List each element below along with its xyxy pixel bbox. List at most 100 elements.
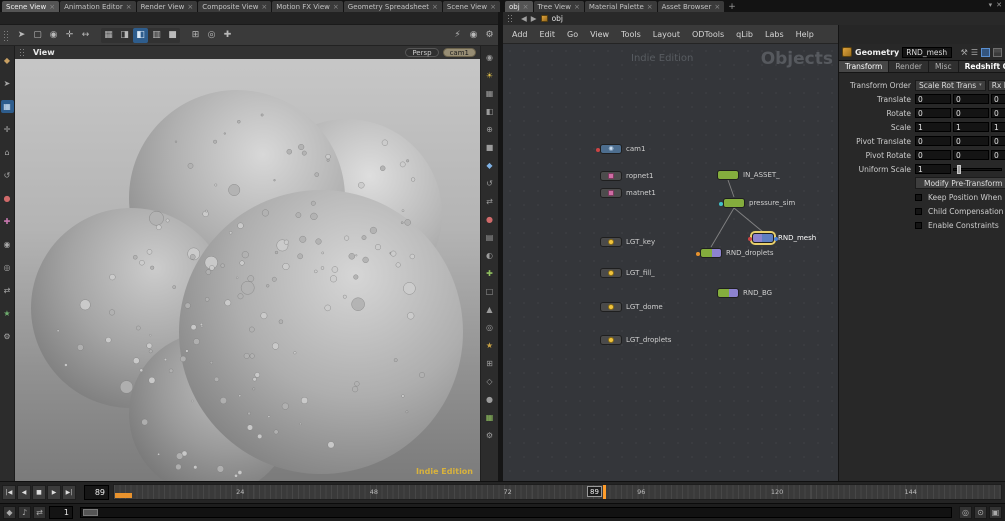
lighting-icon[interactable]: ☀ xyxy=(483,69,496,82)
select-arrow-icon[interactable]: ➤ xyxy=(14,28,29,43)
checkbox-keep-position-when-parenting[interactable] xyxy=(915,193,922,201)
close-tab-icon[interactable]: × xyxy=(647,3,653,11)
points-display-icon[interactable]: ● xyxy=(483,213,496,226)
paint-tool-icon[interactable]: ✚ xyxy=(1,215,14,228)
checkbox-enable-constraints[interactable] xyxy=(915,221,922,229)
menu-layout[interactable]: Layout xyxy=(647,30,686,39)
home-view-icon[interactable]: ↺ xyxy=(483,177,496,190)
menu-qlib[interactable]: qLib xyxy=(730,30,759,39)
tool-settings-icon[interactable]: ⚙ xyxy=(1,330,14,343)
tab-composite-view[interactable]: Composite View × xyxy=(198,1,272,12)
select-points-icon[interactable]: ▦ xyxy=(101,28,116,43)
tab-render-view[interactable]: Render View × xyxy=(136,1,198,12)
grid2-icon[interactable]: ▦ xyxy=(483,411,496,424)
nav-back-icon[interactable]: ◀ xyxy=(521,14,527,23)
path-drag-handle-icon[interactable] xyxy=(507,14,514,23)
param-select-scale-rot-trans[interactable]: Scale Rot Trans ▾ xyxy=(915,79,986,91)
node-flag-icon[interactable] xyxy=(719,201,723,206)
wire-display-icon[interactable]: □ xyxy=(483,285,496,298)
lasso-select-icon[interactable]: ◉ xyxy=(46,28,61,43)
layout-grid-active-icon[interactable] xyxy=(981,47,990,57)
close-tab-icon[interactable]: × xyxy=(574,3,580,11)
menu-help[interactable]: Help xyxy=(790,30,820,39)
snap-point-icon[interactable]: ◎ xyxy=(204,28,219,43)
keyframe-options-icon[interactable]: ◆ xyxy=(3,506,16,519)
close-tab-icon[interactable]: × xyxy=(490,3,496,11)
param-input[interactable]: 0 xyxy=(915,108,951,118)
select-parts-icon[interactable]: ▥ xyxy=(149,28,164,43)
stop-button[interactable]: ■ xyxy=(32,485,46,500)
param-input[interactable]: 0 xyxy=(991,150,1005,160)
snapping-menu-icon[interactable]: ◉ xyxy=(483,51,496,64)
node-rnd-droplets[interactable]: RND_droplets xyxy=(696,247,774,258)
pan-tool-icon[interactable]: ↔ xyxy=(78,28,93,43)
param-input[interactable]: 1 xyxy=(953,122,989,132)
shade-mode-icon[interactable]: ◧ xyxy=(483,105,496,118)
param-input[interactable]: 0 xyxy=(915,150,951,160)
node-matnet1[interactable]: matnet1 xyxy=(600,187,656,198)
viewport-gear-icon[interactable]: ⚙ xyxy=(483,429,496,442)
param-input[interactable]: 1 xyxy=(915,122,951,132)
measure-tool-icon[interactable]: ⇄ xyxy=(1,284,14,297)
node-ropnet1[interactable]: ropnet1 xyxy=(600,170,653,181)
scene-viewport[interactable]: View Persp cam1 Indie Edition xyxy=(15,46,480,481)
menu-view[interactable]: View xyxy=(584,30,615,39)
select-objects-icon[interactable]: ■ xyxy=(165,28,180,43)
camera-options-icon[interactable]: ⚙ xyxy=(482,28,497,43)
node-flag-icon[interactable] xyxy=(596,147,600,152)
box-select-icon[interactable]: ▢ xyxy=(30,28,45,43)
close-icon[interactable]: ✕ xyxy=(996,1,1002,9)
current-frame-field[interactable]: 89 xyxy=(84,485,109,500)
pose-tool-icon[interactable]: ● xyxy=(1,192,14,205)
node-name-field[interactable]: RND_mesh xyxy=(902,46,953,58)
param-input[interactable]: 0 xyxy=(953,150,989,160)
select-edges-icon[interactable]: ◨ xyxy=(117,28,132,43)
menu-go[interactable]: Go xyxy=(561,30,584,39)
param-tab-redshift-obj[interactable]: Redshift OBJ xyxy=(958,61,1005,72)
close-tab-icon[interactable]: × xyxy=(126,3,132,11)
viewport-handle-icon[interactable] xyxy=(19,48,26,57)
outline-icon[interactable]: ◇ xyxy=(483,375,496,388)
jump-start-button[interactable]: |◀ xyxy=(2,485,16,500)
snap-grid-icon[interactable]: ⊞ xyxy=(188,28,203,43)
favorites-icon[interactable]: ★ xyxy=(483,339,496,352)
param-input[interactable]: 0 xyxy=(953,136,989,146)
tab-geometry-spreadsheet[interactable]: Geometry Spreadsheet × xyxy=(343,1,442,12)
target-icon[interactable]: ◎ xyxy=(483,321,496,334)
close-tab-icon[interactable]: × xyxy=(333,3,339,11)
camera-selector[interactable]: cam1 xyxy=(442,48,476,57)
layout-grid-icon[interactable] xyxy=(993,47,1002,57)
global-animation-icon[interactable]: ◎ xyxy=(959,506,972,519)
select-tool-icon[interactable]: ➤ xyxy=(1,77,14,90)
param-input[interactable]: 0 xyxy=(915,136,951,146)
list-view-icon[interactable]: ☰ xyxy=(971,48,978,57)
audio-toggle-icon[interactable]: ♪ xyxy=(18,506,31,519)
frame-range-slider[interactable] xyxy=(80,507,952,518)
tab-material-palette[interactable]: Material Palette × xyxy=(584,1,657,12)
tab-obj[interactable]: obj × xyxy=(505,1,533,12)
pane-menu-icon[interactable]: ▾ xyxy=(989,1,993,9)
solid-shade-icon[interactable]: ■ xyxy=(483,141,496,154)
param-input[interactable]: 0 xyxy=(915,94,951,104)
slider-handle[interactable] xyxy=(957,164,961,174)
normals-icon[interactable]: ▲ xyxy=(483,303,496,316)
timeline-ruler[interactable]: 24487296120144168 89 xyxy=(113,484,1002,500)
playbar-options-icon[interactable]: ▣ xyxy=(989,506,1002,519)
render-view-icon[interactable]: ⚡ xyxy=(450,28,465,43)
material-tool-icon[interactable]: ★ xyxy=(1,307,14,320)
node-cam1[interactable]: ◉ cam1 xyxy=(596,143,645,154)
play-reverse-button[interactable]: ◀ xyxy=(17,485,31,500)
flipbook-icon[interactable]: ◉ xyxy=(466,28,481,43)
move-tool-icon[interactable]: ✛ xyxy=(62,28,77,43)
node-in-asset[interactable]: IN_ASSET_ xyxy=(717,169,780,180)
jump-end-button[interactable]: ▶| xyxy=(62,485,76,500)
range-sync-icon[interactable]: ⇄ xyxy=(33,506,46,519)
node-lgt-key[interactable]: LGT_key xyxy=(600,236,655,247)
range-slider-handle[interactable] xyxy=(83,509,98,516)
checkbox-child-compensation[interactable] xyxy=(915,207,922,215)
tab-motion-fx-view[interactable]: Motion FX View × xyxy=(272,1,343,12)
param-tab-misc[interactable]: Misc xyxy=(929,61,959,72)
network-editor[interactable]: Indie Edition Objects ◉ cam1 ropnet1 matnet… xyxy=(503,44,838,481)
gear-menu-icon[interactable]: ⚒ xyxy=(961,48,968,57)
pane-drag-handle-icon[interactable] xyxy=(3,29,10,41)
